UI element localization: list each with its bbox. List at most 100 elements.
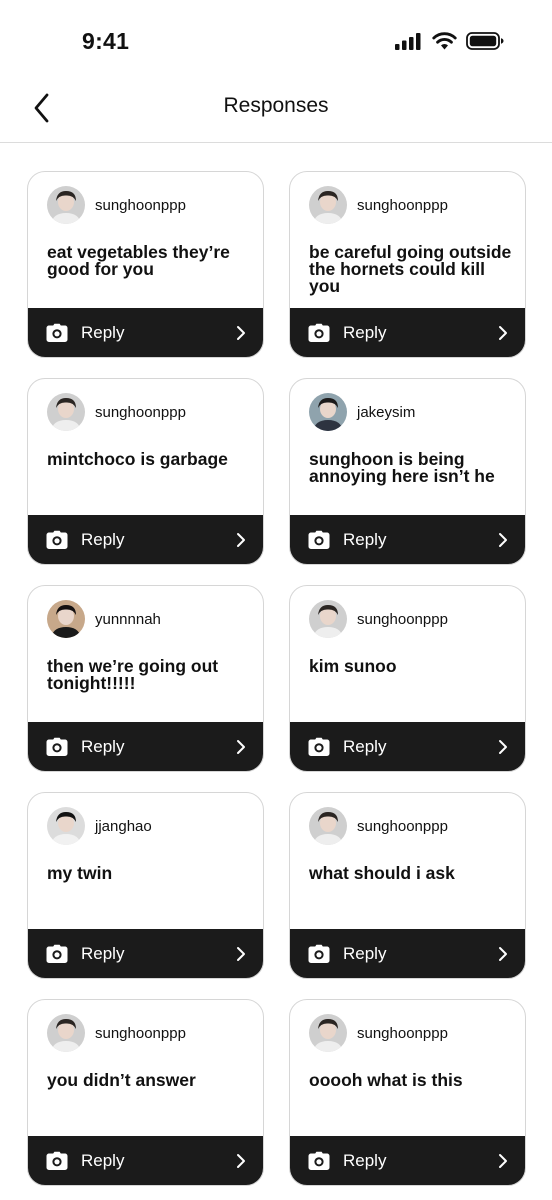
reply-button[interactable]: Reply [290,722,525,771]
chevron-right-icon [499,1153,507,1168]
avatar-photo [47,600,85,638]
reply-button[interactable]: Reply [28,308,263,357]
response-card: sunghoonppp what should i ask Reply [289,792,526,979]
response-card: jakeysim sunghoon is being annoying here… [289,378,526,565]
response-card: jjanghao my twin Reply [27,792,264,979]
response-card: sunghoonppp ooooh what is this Reply [289,999,526,1186]
reply-label: Reply [81,322,125,342]
chevron-right-icon [499,946,507,961]
reply-button[interactable]: Reply [290,1136,525,1185]
avatar [309,807,347,845]
chevron-right-icon [499,325,507,340]
reply-button[interactable]: Reply [290,929,525,978]
message-text: be careful going outside the hornets cou… [309,242,512,296]
message-text: my twin [47,863,113,883]
response-card: sunghoonppp eat vegetables they’re good … [27,171,264,358]
card-user: sunghoonppp [309,186,448,224]
camera-icon [46,737,68,756]
chevron-right-icon [237,325,245,340]
card-user: sunghoonppp [309,1014,448,1052]
card-user: jakeysim [309,393,415,431]
message-text: eat vegetables they’re good for you [47,242,230,279]
avatar-photo [47,807,85,845]
responses-grid: sunghoonppp eat vegetables they’re good … [27,171,526,1186]
camera-icon [46,944,68,963]
avatar-photo [47,186,85,224]
card-user: sunghoonppp [47,186,186,224]
avatar [47,393,85,431]
avatar-photo [309,600,347,638]
reply-label: Reply [343,1150,387,1170]
card-user: sunghoonppp [309,600,448,638]
reply-button[interactable]: Reply [290,308,525,357]
reply-label: Reply [343,736,387,756]
card-user: sunghoonppp [47,1014,186,1052]
nav-bar: Responses [0,80,552,143]
response-card: sunghoonppp mintchoco is garbage Reply [27,378,264,565]
chevron-right-icon [237,946,245,961]
username: sunghoonppp [95,1024,186,1042]
message-text: kim sunoo [309,656,397,676]
reply-button[interactable]: Reply [28,722,263,771]
camera-icon [46,323,68,342]
avatar [47,600,85,638]
chevron-right-icon [499,739,507,754]
card-user: yunnnnah [47,600,161,638]
avatar-photo [309,186,347,224]
status-time: 9:41 [82,28,130,54]
camera-icon [308,1151,330,1170]
avatar [47,807,85,845]
message-text: mintchoco is garbage [47,449,228,469]
response-card: sunghoonppp be careful going outside the… [289,171,526,358]
reply-button[interactable]: Reply [28,515,263,564]
reply-label: Reply [81,1150,125,1170]
reply-label: Reply [81,736,125,756]
response-card: sunghoonppp you didn’t answer Reply [27,999,264,1186]
camera-icon [46,530,68,549]
chevron-right-icon [237,532,245,547]
avatar-photo [47,393,85,431]
avatar-photo [309,393,347,431]
avatar [47,1014,85,1052]
reply-label: Reply [81,943,125,963]
message-text: you didn’t answer [47,1070,196,1090]
battery-icon [466,32,504,50]
cellular-signal-icon [395,33,421,50]
camera-icon [308,530,330,549]
reply-label: Reply [343,529,387,549]
reply-label: Reply [81,529,125,549]
reply-button[interactable]: Reply [28,929,263,978]
wifi-icon [432,32,457,50]
message-text: what should i ask [309,863,455,883]
message-text: sunghoon is being annoying here isn’t he [309,449,495,486]
username: sunghoonppp [95,403,186,421]
reply-button[interactable]: Reply [28,1136,263,1185]
username: sunghoonppp [357,1024,448,1042]
username: jakeysim [357,403,416,421]
avatar-photo [309,807,347,845]
response-card: sunghoonppp kim sunoo Reply [289,585,526,772]
avatar [309,186,347,224]
status-icons [395,32,504,50]
page-title: Responses [223,94,329,117]
response-card: yunnnnah then we’re going out tonight!!!… [27,585,264,772]
card-user: jjanghao [47,807,152,845]
camera-icon [308,737,330,756]
avatar [309,393,347,431]
chevron-right-icon [237,739,245,754]
avatar [309,600,347,638]
avatar-photo [47,1014,85,1052]
username: yunnnnah [95,610,161,628]
avatar [47,186,85,224]
message-text: ooooh what is this [309,1070,463,1090]
reply-button[interactable]: Reply [290,515,525,564]
camera-icon [46,1151,68,1170]
camera-icon [308,323,330,342]
camera-icon [308,944,330,963]
username: sunghoonppp [357,817,448,835]
card-user: sunghoonppp [47,393,186,431]
chevron-right-icon [237,1153,245,1168]
username: jjanghao [95,817,152,835]
avatar [309,1014,347,1052]
reply-label: Reply [343,943,387,963]
